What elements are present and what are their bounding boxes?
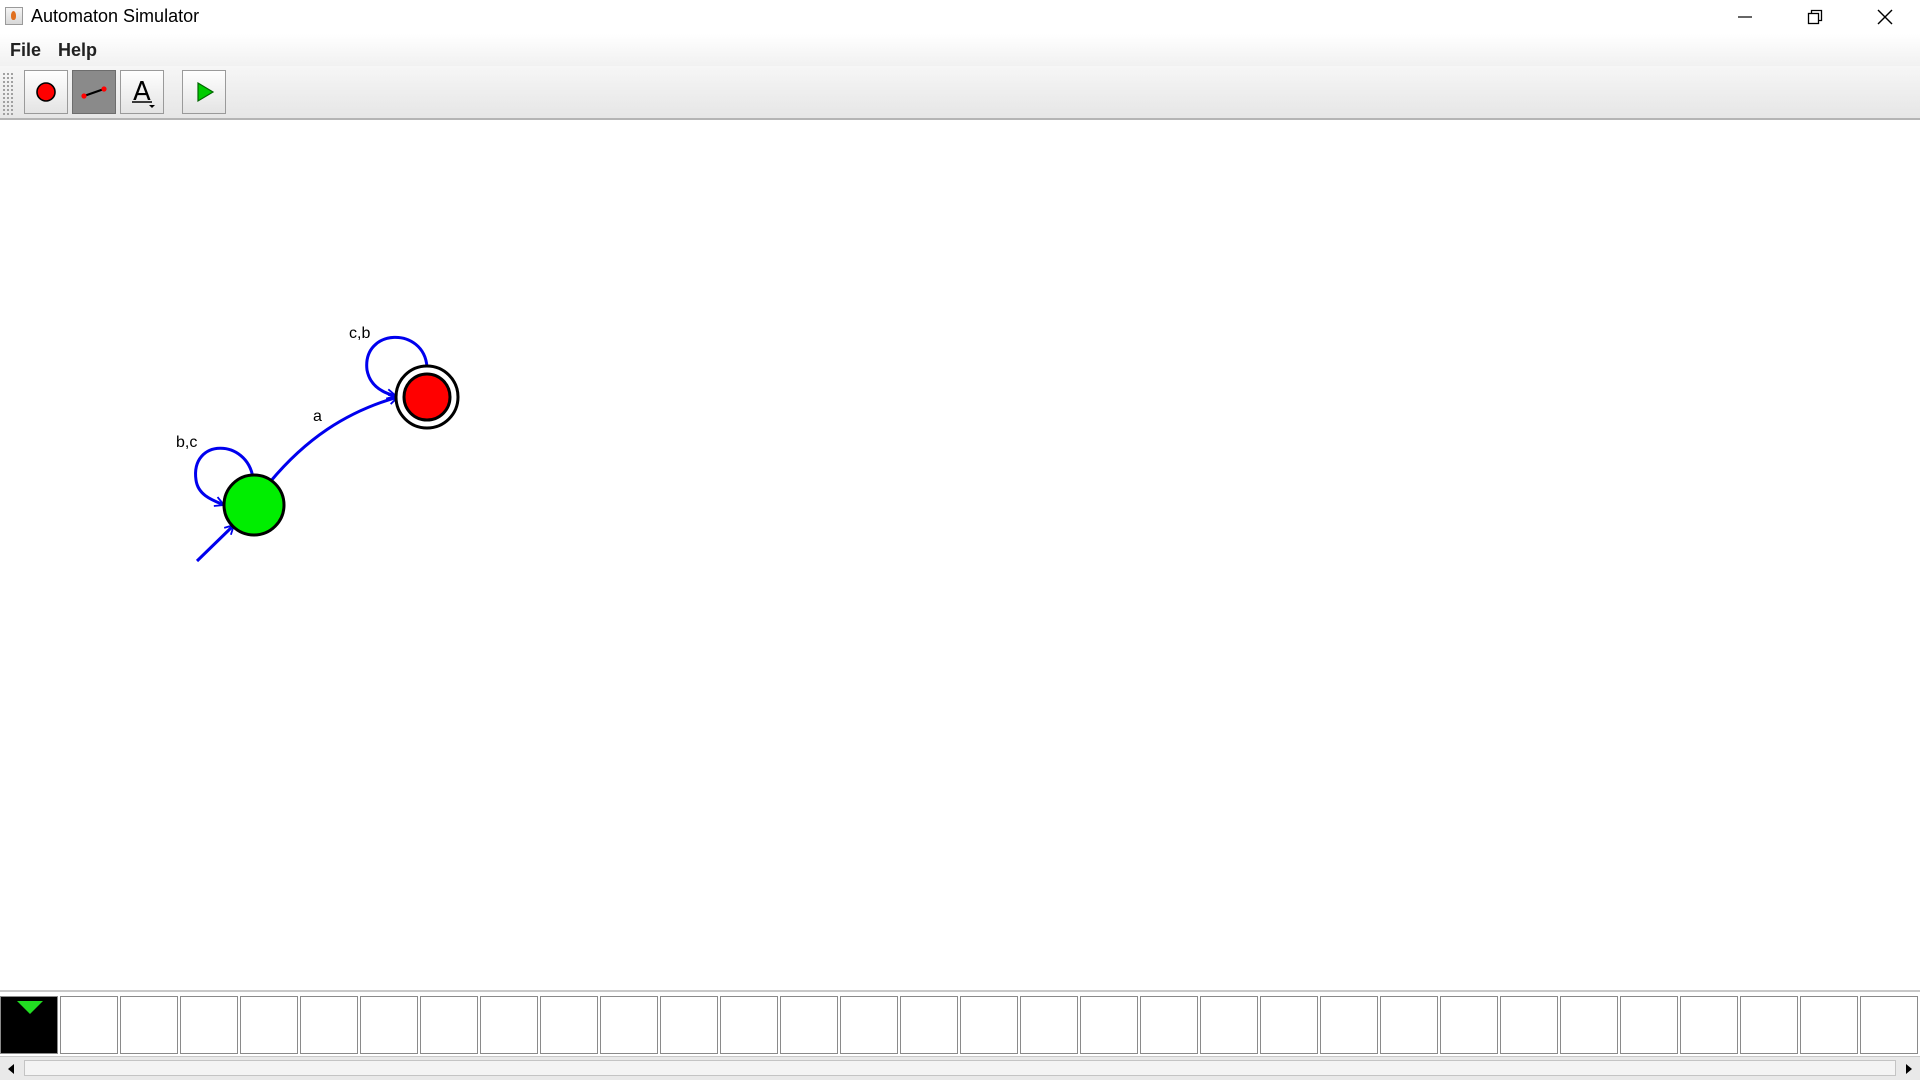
start-arrow[interactable] <box>195 525 234 563</box>
scrollbar-thumb[interactable] <box>24 1060 1896 1076</box>
tape-cell[interactable] <box>840 996 898 1054</box>
label-q1-self-loop[interactable]: c,b <box>349 325 370 342</box>
tape-head-marker-icon <box>17 1001 43 1014</box>
tape-cell[interactable] <box>900 996 958 1054</box>
tape-cell[interactable] <box>180 996 238 1054</box>
java-app-icon <box>5 7 23 25</box>
tape-cell[interactable] <box>420 996 478 1054</box>
red-circle-icon <box>36 82 56 102</box>
automaton-simulator-window: Automaton Simulator File Help A b,c a c,… <box>0 0 1920 1080</box>
transition-q0-q1[interactable] <box>268 397 398 483</box>
restore-icon <box>1807 9 1823 25</box>
tape-cell[interactable] <box>1020 996 1078 1054</box>
toolbar-grip[interactable] <box>2 72 14 116</box>
text-icon: A <box>132 77 155 108</box>
input-tape-panel <box>0 990 1920 1056</box>
tape-cell[interactable] <box>1440 996 1498 1054</box>
toolbar: A <box>0 66 1920 120</box>
tape-cell[interactable] <box>1260 996 1318 1054</box>
text-tool-button[interactable]: A <box>120 70 164 114</box>
minimize-button[interactable] <box>1710 0 1780 34</box>
title-bar[interactable]: Automaton Simulator <box>0 0 1920 34</box>
tape-cell[interactable] <box>600 996 658 1054</box>
state-q1-accepting[interactable] <box>402 372 452 422</box>
tape-cell[interactable] <box>540 996 598 1054</box>
input-tape <box>0 996 1920 1056</box>
transition-tool-button[interactable] <box>72 70 116 114</box>
menu-bar: File Help <box>0 34 1920 66</box>
state-tool-button[interactable] <box>24 70 68 114</box>
tape-cell[interactable] <box>1740 996 1798 1054</box>
tape-cell[interactable] <box>1500 996 1558 1054</box>
close-button[interactable] <box>1850 0 1920 34</box>
tape-cell[interactable] <box>720 996 778 1054</box>
scroll-left-arrow-icon <box>8 1063 14 1074</box>
tape-cell[interactable] <box>300 996 358 1054</box>
scroll-right-button[interactable] <box>1898 1057 1920 1080</box>
tape-cell[interactable] <box>1080 996 1138 1054</box>
tape-cell[interactable] <box>1380 996 1438 1054</box>
tape-cell[interactable] <box>960 996 1018 1054</box>
tape-cell[interactable] <box>1140 996 1198 1054</box>
run-tool-button[interactable] <box>182 70 226 114</box>
window-title: Automaton Simulator <box>31 6 200 26</box>
tape-cell[interactable] <box>1200 996 1258 1054</box>
state-q0-start[interactable] <box>222 473 286 537</box>
menu-file[interactable]: File <box>10 40 41 61</box>
automaton-canvas[interactable]: b,c a c,b <box>0 120 1920 990</box>
tape-cell[interactable] <box>780 996 838 1054</box>
tape-cell[interactable] <box>1680 996 1738 1054</box>
tape-cell[interactable] <box>60 996 118 1054</box>
scroll-left-button[interactable] <box>0 1057 22 1080</box>
transition-line-icon <box>81 86 107 99</box>
tape-cell[interactable] <box>240 996 298 1054</box>
tape-cell[interactable] <box>1800 996 1858 1054</box>
tape-cell[interactable] <box>1620 996 1678 1054</box>
menu-help[interactable]: Help <box>58 40 97 61</box>
label-q0-q1[interactable]: a <box>313 408 322 425</box>
tape-cell[interactable] <box>1560 996 1618 1054</box>
minimize-icon <box>1738 16 1752 18</box>
scroll-right-arrow-icon <box>1906 1063 1912 1074</box>
tape-cell[interactable] <box>660 996 718 1054</box>
play-icon <box>197 81 215 103</box>
restore-button[interactable] <box>1780 0 1850 34</box>
tape-cell[interactable] <box>1320 996 1378 1054</box>
tape-cell-head[interactable] <box>0 996 58 1054</box>
automaton-diagram[interactable]: b,c a c,b <box>0 120 1920 990</box>
tape-cell[interactable] <box>480 996 538 1054</box>
label-q0-self-loop[interactable]: b,c <box>176 434 197 451</box>
tape-cell[interactable] <box>120 996 178 1054</box>
tape-cell[interactable] <box>360 996 418 1054</box>
horizontal-scrollbar[interactable] <box>0 1056 1920 1080</box>
tape-cell[interactable] <box>1860 996 1918 1054</box>
close-icon <box>1877 9 1893 25</box>
